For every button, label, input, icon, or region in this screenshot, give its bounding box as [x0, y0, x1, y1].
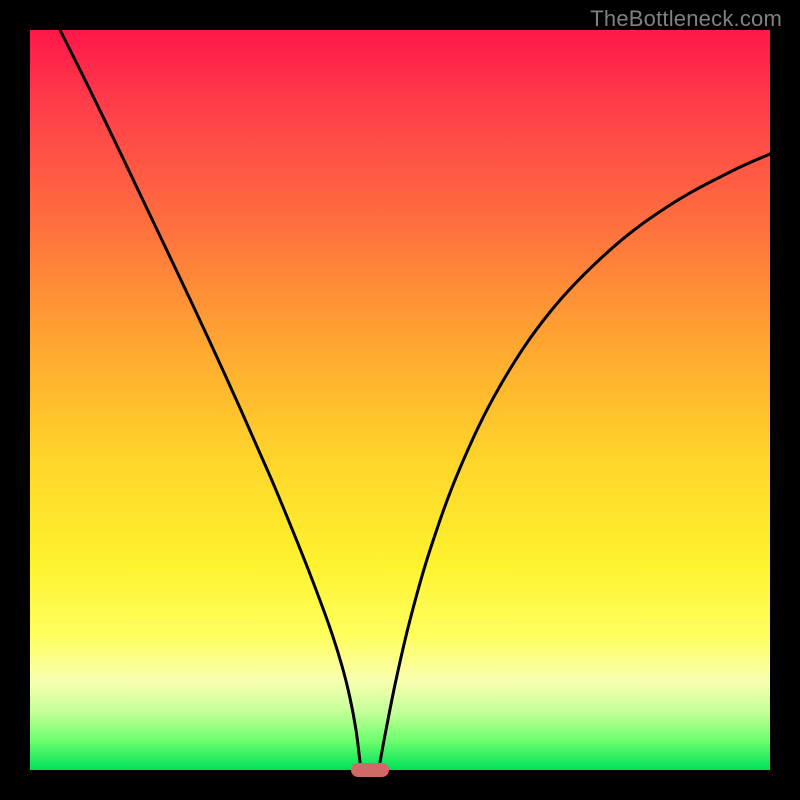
- curve-left: [60, 30, 360, 762]
- bottleneck-marker: [351, 763, 389, 777]
- curve-right: [380, 154, 770, 762]
- plot-area: [30, 30, 770, 770]
- watermark-text: TheBottleneck.com: [590, 6, 782, 32]
- chart-frame: TheBottleneck.com: [0, 0, 800, 800]
- curves-svg: [30, 30, 770, 770]
